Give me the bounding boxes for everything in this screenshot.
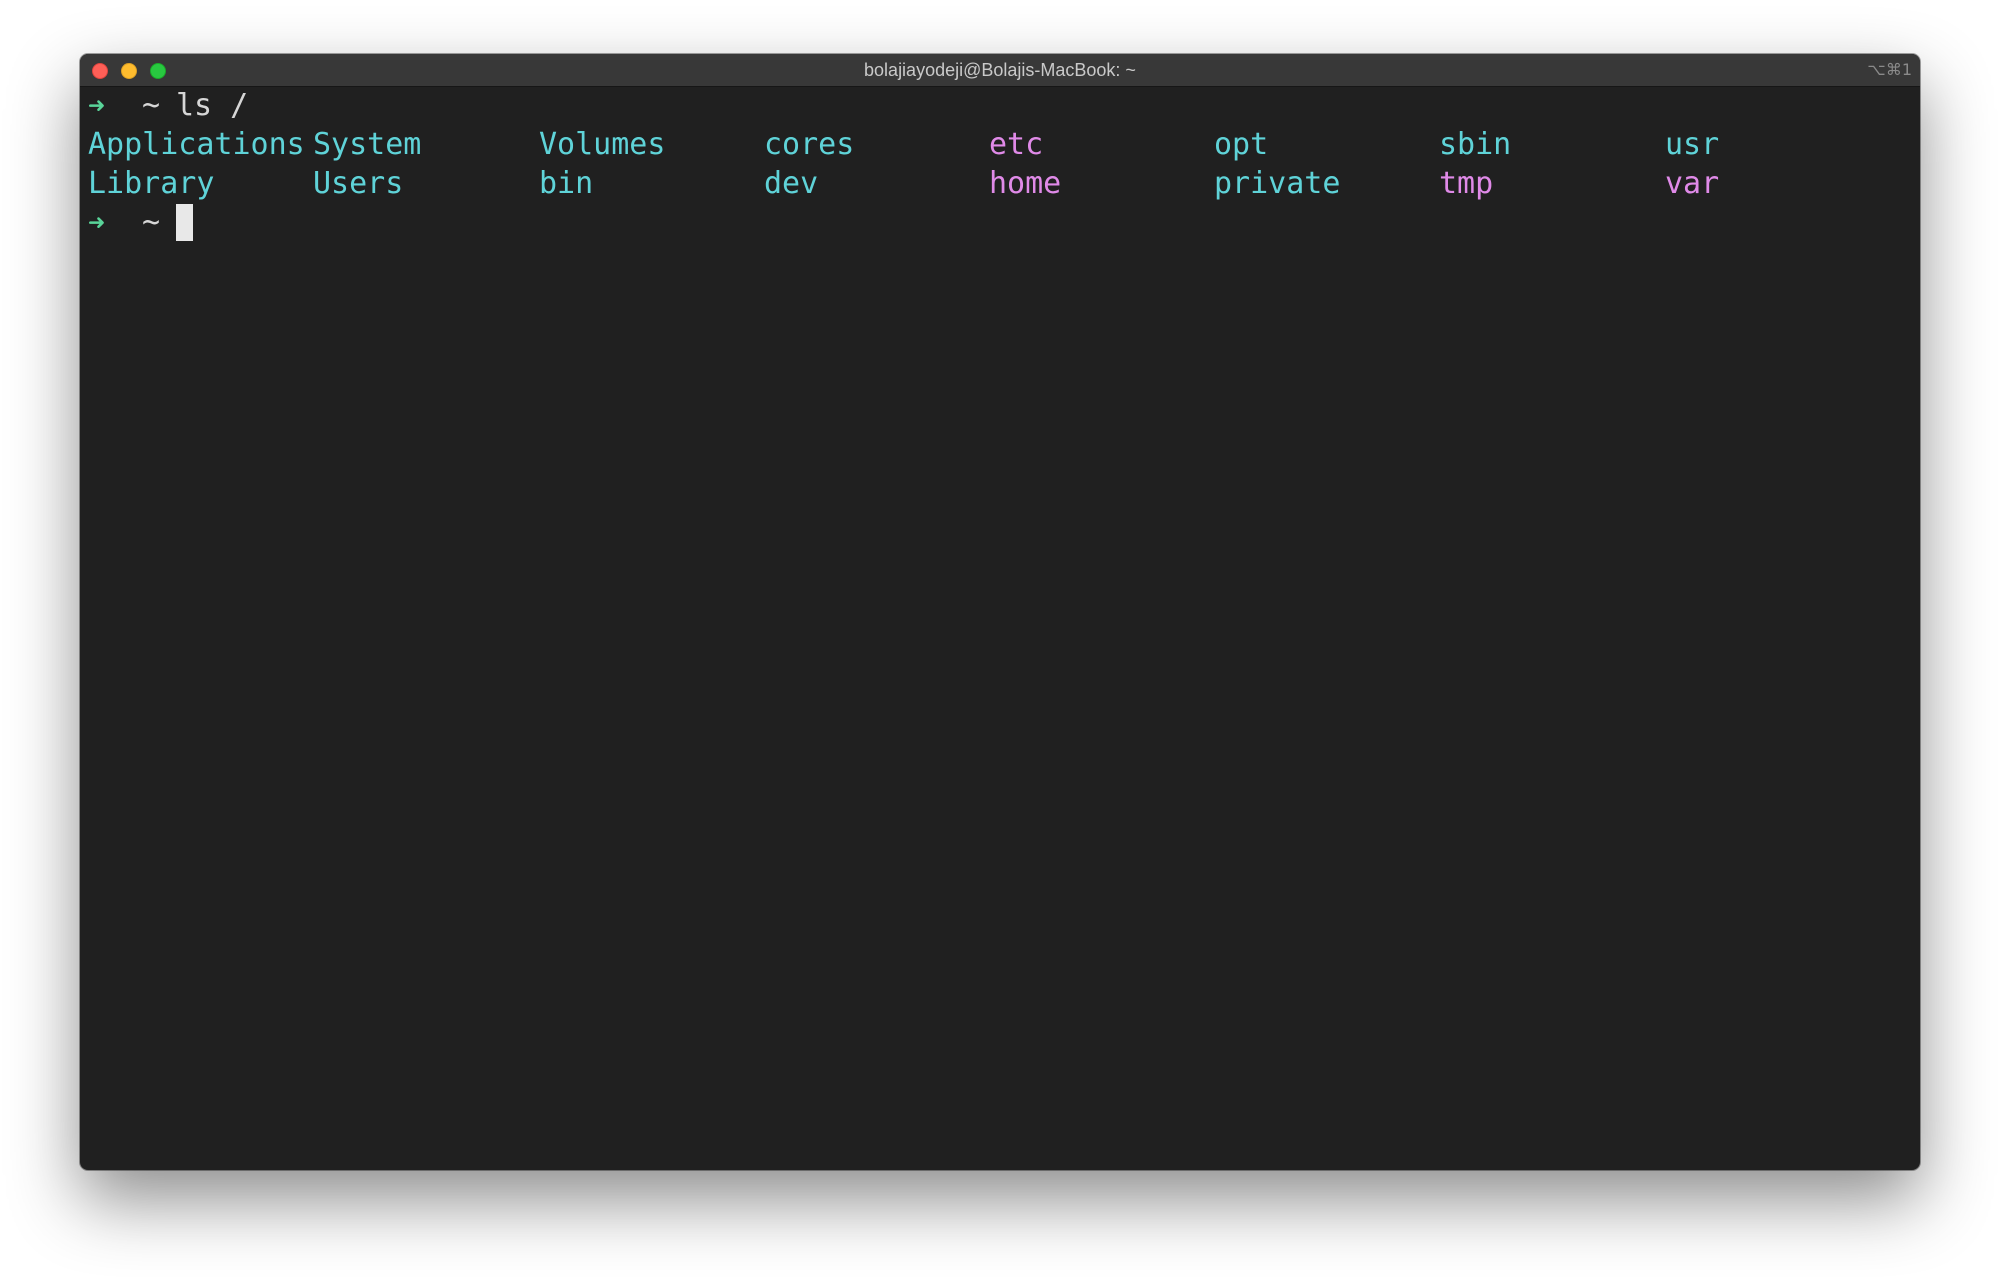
listing-entry: usr <box>1665 127 1720 162</box>
listing-entry: sbin <box>1439 127 1512 162</box>
prompt-directory: ~ <box>142 205 161 240</box>
window-shortcut-label: ⌥⌘1 <box>1867 60 1912 79</box>
terminal-output[interactable]: ➜ ~ ls / Applications System Volumes cor… <box>88 86 1920 1170</box>
prompt-line: ➜ ~ <box>88 203 1920 242</box>
listing-entry: cores <box>764 127 855 162</box>
text-cursor <box>176 204 193 241</box>
listing-entry: Applications <box>88 127 305 162</box>
window-title: bolajiayodeji@Bolajis-MacBook: ~ <box>864 60 1136 80</box>
listing-entry: Users <box>313 166 404 201</box>
command-line: ➜ ~ ls / <box>88 86 1920 125</box>
title-bar[interactable]: bolajiayodeji@Bolajis-MacBook: ~ ⌥⌘1 <box>80 54 1920 87</box>
prompt-arrow-icon: ➜ <box>88 89 105 122</box>
prompt-arrow-icon: ➜ <box>88 206 105 239</box>
listing-entry: etc <box>989 127 1044 162</box>
listing-entry: dev <box>764 166 819 201</box>
listing-entry: var <box>1665 166 1720 201</box>
prompt-directory: ~ <box>142 88 161 123</box>
listing-entry: Library <box>88 166 215 201</box>
listing-entry: tmp <box>1439 166 1494 201</box>
listing-entry: Volumes <box>539 127 666 162</box>
listing-entry: bin <box>539 166 594 201</box>
terminal-window: bolajiayodeji@Bolajis-MacBook: ~ ⌥⌘1 ➜ ~… <box>80 54 1920 1170</box>
listing-row-2: Library Users bin dev home private tmp v… <box>88 164 1920 203</box>
listing-entry: opt <box>1214 127 1269 162</box>
listing-entry: home <box>989 166 1062 201</box>
listing-entry: private <box>1214 166 1341 201</box>
listing-entry: System <box>313 127 422 162</box>
command-text: ls / <box>176 88 249 123</box>
listing-row-1: Applications System Volumes cores etc op… <box>88 125 1920 164</box>
